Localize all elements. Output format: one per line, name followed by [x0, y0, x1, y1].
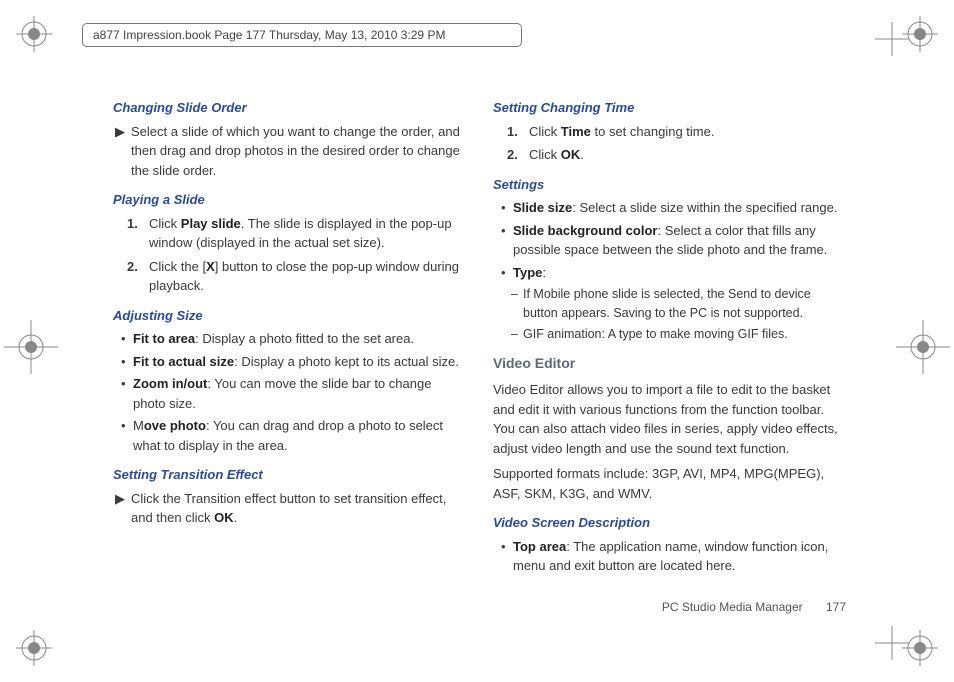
heading-video-editor: Video Editor	[493, 353, 843, 374]
crop-cross-bottom	[875, 626, 909, 660]
footer-page-number: 177	[826, 600, 846, 614]
step-number: 2.	[507, 145, 529, 165]
step-close-popup: Click the [X] button to close the pop-up…	[149, 257, 463, 296]
heading-changing-time: Setting Changing Time	[493, 98, 843, 118]
bullet-icon: •	[501, 537, 513, 576]
bullet-fit-area: Fit to area: Display a photo fitted to t…	[133, 329, 463, 349]
right-column: Setting Changing Time 1. Click Time to s…	[493, 88, 843, 579]
bullet-icon: •	[501, 263, 513, 283]
step-number: 2.	[127, 257, 149, 296]
content-area: Changing Slide Order ▶ Select a slide of…	[113, 88, 843, 579]
bullet-icon: •	[121, 352, 133, 372]
dash-mobile-slide: If Mobile phone slide is selected, the S…	[523, 285, 843, 323]
page-footer: PC Studio Media Manager 177	[662, 600, 846, 614]
bullet-icon: •	[121, 374, 133, 413]
bullet-top-area: Top area: The application name, window f…	[513, 537, 843, 576]
register-mark-bl	[14, 628, 54, 668]
bullet-fit-actual: Fit to actual size: Display a photo kept…	[133, 352, 463, 372]
bullet-icon: •	[121, 416, 133, 455]
step-click-ok: Click OK.	[529, 145, 843, 165]
register-mark-mr	[896, 320, 950, 374]
bullet-move-photo: Move photo: You can drag and drop a phot…	[133, 416, 463, 455]
triangle-marker-icon: ▶	[115, 489, 131, 528]
heading-video-screen-desc: Video Screen Description	[493, 513, 843, 533]
bullet-type: Type:	[513, 263, 843, 283]
bullet-icon: •	[501, 221, 513, 260]
dash-icon: –	[511, 325, 523, 344]
triangle-marker-icon: ▶	[115, 122, 131, 181]
heading-transition-effect: Setting Transition Effect	[113, 465, 463, 485]
step-number: 1.	[507, 122, 529, 142]
para-video-editor-desc: Video Editor allows you to import a file…	[493, 380, 843, 458]
step-number: 1.	[127, 214, 149, 253]
dash-icon: –	[511, 285, 523, 323]
bullet-bg-color: Slide background color: Select a color t…	[513, 221, 843, 260]
text-transition: Click the Transition effect button to se…	[131, 489, 463, 528]
bullet-zoom: Zoom in/out: You can move the slide bar …	[133, 374, 463, 413]
heading-playing-slide: Playing a Slide	[113, 190, 463, 210]
register-mark-ml	[4, 320, 58, 374]
step-play-slide: Click Play slide. The slide is displayed…	[149, 214, 463, 253]
heading-changing-slide-order: Changing Slide Order	[113, 98, 463, 118]
footer-section-name: PC Studio Media Manager	[662, 600, 803, 614]
para-supported-formats: Supported formats include: 3GP, AVI, MP4…	[493, 464, 843, 503]
crop-cross-top	[875, 22, 909, 56]
step-click-time: Click Time to set changing time.	[529, 122, 843, 142]
register-mark-tl	[14, 14, 54, 54]
page-header-box: a877 Impression.book Page 177 Thursday, …	[82, 23, 522, 47]
left-column: Changing Slide Order ▶ Select a slide of…	[113, 88, 463, 579]
dash-gif-anim: GIF animation: A type to make moving GIF…	[523, 325, 843, 344]
heading-settings: Settings	[493, 175, 843, 195]
page-header-text: a877 Impression.book Page 177 Thursday, …	[93, 28, 445, 42]
bullet-icon: •	[501, 198, 513, 218]
bullet-icon: •	[121, 329, 133, 349]
text-change-order: Select a slide of which you want to chan…	[131, 122, 463, 181]
bullet-slide-size: Slide size: Select a slide size within t…	[513, 198, 843, 218]
heading-adjusting-size: Adjusting Size	[113, 306, 463, 326]
